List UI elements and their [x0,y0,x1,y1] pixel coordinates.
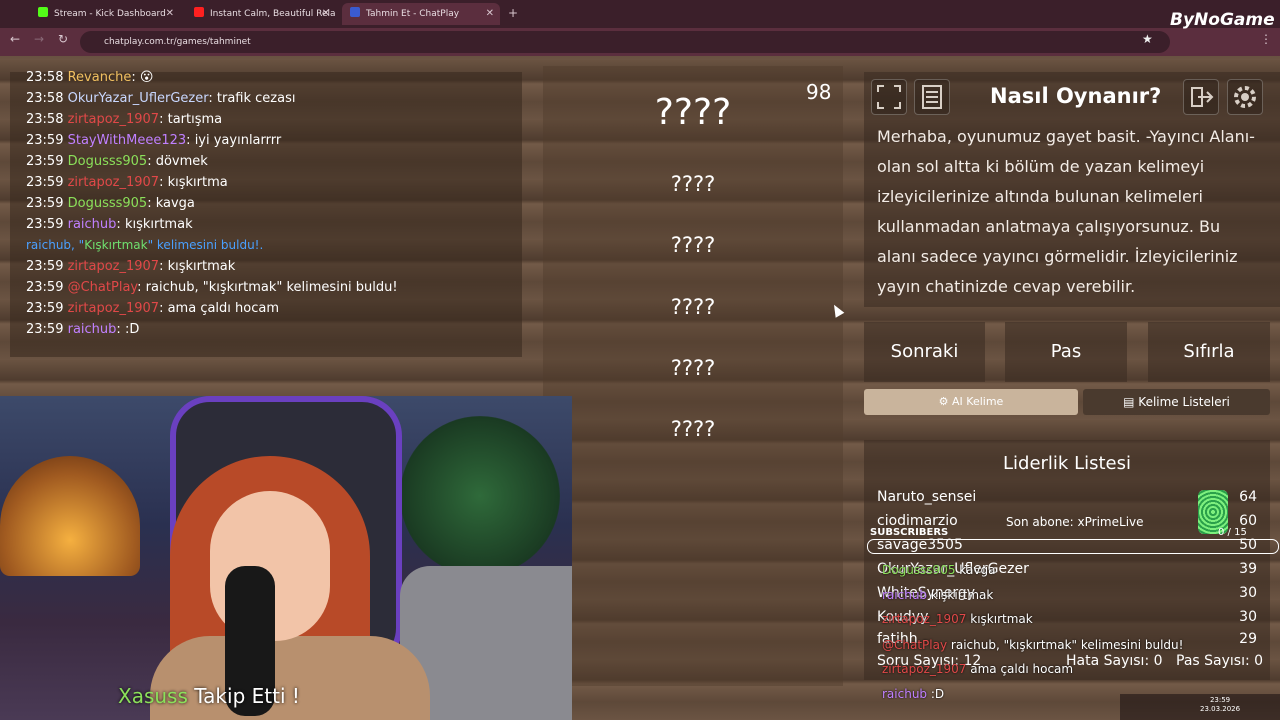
webcam-feed [0,396,572,720]
chat-username[interactable]: zirtapoz_1907 [68,301,159,316]
address-bar: ← → ↻ chatplay.com.tr/games/tahminet ★ ⋮ [0,28,1280,56]
pass-count: Pas Sayısı: 0 [1176,653,1264,669]
forbidden-word: ???? [670,295,716,319]
main-word: ???? [654,92,732,133]
overlay-chat-message: zirtapoz_1907 ama çaldı hocam [882,662,1074,676]
close-tab-icon[interactable]: ✕ [322,3,330,25]
kick-icon [38,7,48,17]
overlay-chat-message: raichub :D [882,687,945,701]
forward-icon[interactable]: → [34,32,44,46]
tab-bar: Stream - Kick Dashboard ✕ Instant Calm, … [0,0,1280,28]
follow-alert: Xasuss Takip Etti ! [118,684,300,708]
how-to-play-text: Merhaba, oyunumuz gayet basit. -Yayıncı … [877,127,1255,296]
word-lists-button[interactable]: ▤ Kelime Listeleri [1083,389,1270,415]
chat-username[interactable]: StayWithMeee123 [68,133,187,148]
overlay-chat-message: @ChatPlay raichub, "kışkırtmak" kelimesi… [882,638,1184,652]
chat-username[interactable]: OkurYazar_UflerGezer [68,91,209,106]
chat-system-message: raichub, "Kışkırtmak" kelimesini buldu!. [26,238,264,252]
back-icon[interactable]: ← [10,32,20,46]
reset-button[interactable]: Sıfırla [1148,322,1270,382]
forbidden-word: ???? [670,172,716,196]
ai-word-button[interactable]: ⚙ AI Kelime [864,389,1078,415]
system-clock: 23:59 23.03.2026 [1200,696,1241,713]
overlay-chat-message: Dogusss905 kavga [882,563,996,577]
exit-icon [1191,87,1214,107]
chat-message: 23:58 OkurYazar_UflerGezer: trafik cezas… [26,91,296,106]
chat-message: 23:59 @ChatPlay: raichub, "kışkırtmak" k… [26,280,398,295]
subscribers-count: 0 / 15 [1218,527,1247,538]
chat-message: 23:59 Dogusss905: kavga [26,196,195,211]
forbidden-word: ???? [670,233,716,257]
chat-username[interactable]: zirtapoz_1907 [68,175,159,190]
subscribers-progress-bar [867,539,1279,554]
chat-message: 23:58 zirtapoz_1907: tartışma [26,112,223,127]
last-subscriber: Son abone: xPrimeLive [1006,515,1144,529]
tab-youtube[interactable]: Instant Calm, Beautiful Rela ✕ [186,3,336,25]
next-button[interactable]: Sonraki [864,322,985,382]
forbidden-word: ???? [670,356,716,380]
document-icon [922,85,942,109]
robot-icon: ⚙ [938,395,953,408]
youtube-icon [194,7,204,17]
leaderboard-title: Liderlik Listesi [1003,453,1131,474]
streamer [150,436,430,720]
brand-logo: ByNoGame [1170,10,1275,30]
gear-icon [1234,86,1256,108]
how-to-play-title: Nasıl Oynanır? [990,84,1162,108]
chat-username[interactable]: zirtapoz_1907 [68,259,159,274]
chat-username[interactable]: zirtapoz_1907 [68,112,159,127]
chat-message: 23:59 zirtapoz_1907: kışkırtmak [26,259,236,274]
bookmark-star-icon[interactable]: ★ [1142,32,1153,46]
overlay-chat-message: zirtapoz_1907 kışkırtmak [882,612,1033,626]
error-count: Hata Sayısı: 0 [1066,653,1163,669]
close-tab-icon[interactable]: ✕ [166,3,174,25]
overlay-chat-message: raichub kışkırtmak [882,588,994,602]
settings-button[interactable] [1227,79,1263,115]
chat-username[interactable]: Dogusss905 [68,196,148,211]
chatplay-icon [350,7,360,17]
chat-username[interactable]: raichub [68,217,117,232]
tab-kick-dashboard[interactable]: Stream - Kick Dashboard ✕ [30,3,180,25]
forbidden-word: ???? [670,417,716,441]
chat-message: 23:59 zirtapoz_1907: ama çaldı hocam [26,301,280,316]
plant [400,416,560,576]
fullscreen-button[interactable] [871,79,907,115]
chat-username[interactable]: @ChatPlay [68,280,138,295]
fullscreen-icon [877,85,901,109]
chat-username[interactable]: raichub [68,322,117,337]
tab-chatplay[interactable]: Tahmin Et - ChatPlay ✕ [342,3,500,25]
url-field[interactable]: chatplay.com.tr/games/tahminet [80,31,1170,53]
chat-message: 23:59 raichub: :D [26,322,140,337]
chat-message: 23:59 StayWithMeee123: iyi yayınlarrrr [26,133,282,148]
chat-username[interactable]: Revanche [68,70,132,85]
pass-button[interactable]: Pas [1005,322,1127,382]
chat-message: 23:59 zirtapoz_1907: kışkırtma [26,175,228,190]
notes-button[interactable] [914,79,950,115]
subscribers-label: SUBSCRIBERS [870,527,949,538]
lamp [0,456,140,576]
menu-icon[interactable]: ⋮ [1260,32,1272,46]
clipboard-icon: ▤ [1123,395,1139,409]
chat-message: 23:59 raichub: kışkırtmak [26,217,193,232]
exit-button[interactable] [1183,79,1219,115]
chat-message: 23:59 Dogusss905: dövmek [26,154,208,169]
chat-message: 23:58 Revanche: 😮 [26,70,154,85]
close-tab-icon[interactable]: ✕ [486,3,494,25]
chat-username[interactable]: Dogusss905 [68,154,148,169]
reload-icon[interactable]: ↻ [58,32,68,46]
new-tab-button[interactable]: + [508,6,518,20]
